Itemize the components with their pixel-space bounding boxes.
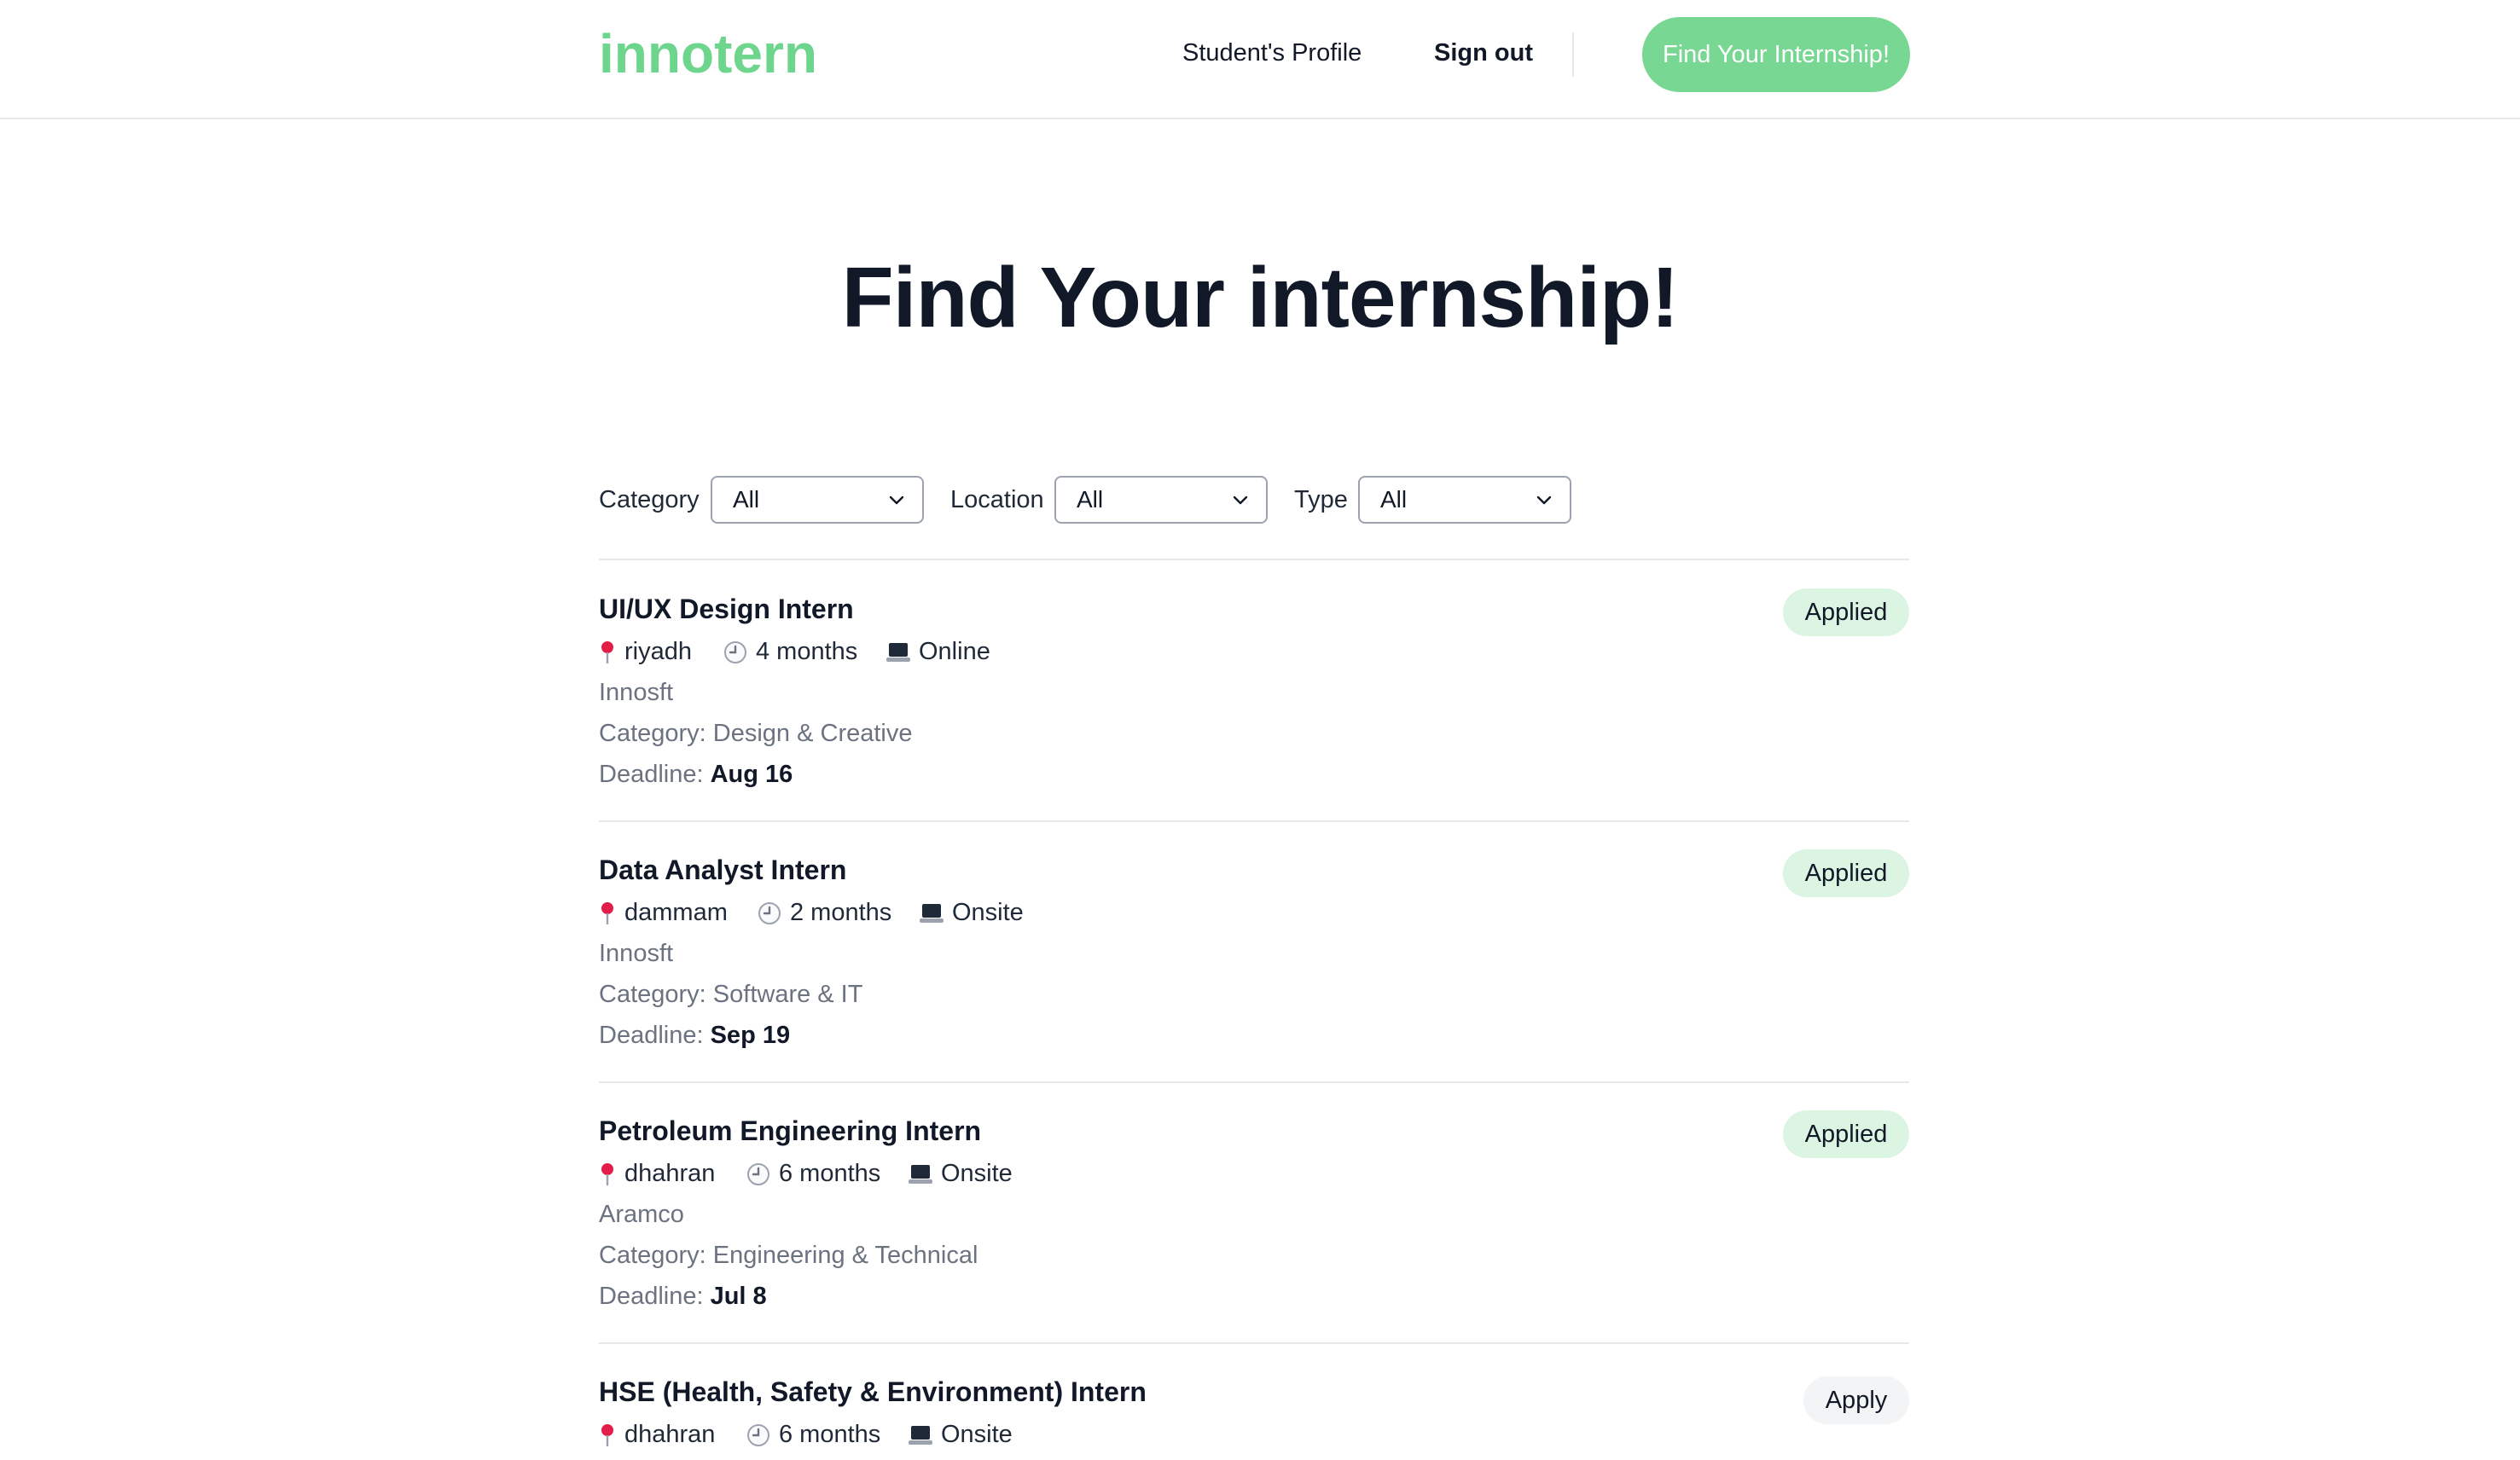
listing-category: Category: Engineering & Technical — [599, 1242, 978, 1269]
chevron-down-icon — [889, 495, 904, 505]
listing-item[interactable]: Data Analyst Intern Applied dammam 2 mon… — [599, 849, 1909, 1115]
listing-duration: 2 months — [758, 899, 891, 927]
listing-location: riyadh — [599, 638, 692, 666]
nav-students-profile[interactable]: Student's Profile — [1182, 39, 1362, 67]
category-select[interactable]: All — [711, 476, 924, 524]
listing-mode-text: Online — [919, 638, 990, 665]
type-select-value: All — [1380, 486, 1408, 513]
page-title: Find Your internship! — [841, 250, 1680, 345]
deadline-value: Sep 19 — [710, 1022, 791, 1049]
divider — [599, 559, 1909, 560]
listing-company: Aramco — [599, 1201, 684, 1228]
listing-item[interactable]: HSE (Health, Safety & Environment) Inter… — [599, 1376, 1909, 1460]
listing-duration-text: 4 months — [756, 638, 858, 665]
listing-location-text: riyadh — [624, 638, 692, 665]
location-select[interactable]: All — [1054, 476, 1268, 524]
clock-icon — [747, 1162, 769, 1185]
listing-duration-text: 2 months — [790, 899, 892, 926]
apply-button[interactable]: Apply — [1803, 1376, 1909, 1424]
clock-icon — [747, 1423, 769, 1446]
listing-duration-text: 6 months — [779, 1421, 881, 1448]
listing-duration: 4 months — [723, 638, 857, 666]
laptop-icon — [909, 1425, 932, 1445]
listing-mode: Onsite — [909, 1160, 1013, 1188]
find-internship-button[interactable]: Find Your Internship! — [1642, 17, 1910, 92]
category-select-value: All — [733, 486, 760, 513]
listing-mode-text: Onsite — [952, 899, 1024, 926]
chevron-down-icon — [1233, 495, 1248, 505]
type-filter-label: Type — [1294, 486, 1348, 513]
pin-icon — [601, 1423, 613, 1446]
nav-divider — [1572, 32, 1574, 77]
deadline-value: Aug 16 — [710, 761, 793, 788]
top-navbar: innotern Student's Profile Sign out Find… — [0, 0, 2520, 119]
nav-sign-out[interactable]: Sign out — [1434, 39, 1533, 67]
listing-item[interactable]: UI/UX Design Intern Applied riyadh 4 mon… — [599, 588, 1909, 855]
deadline-label: Deadline: — [599, 1283, 704, 1310]
deadline-value: Jul 8 — [710, 1283, 767, 1310]
deadline-label: Deadline: — [599, 761, 704, 788]
listing-title[interactable]: UI/UX Design Intern — [599, 594, 854, 625]
listing-item[interactable]: Petroleum Engineering Intern Applied dha… — [599, 1110, 1909, 1376]
deadline-label: Deadline: — [599, 1022, 704, 1049]
listing-location: dammam — [599, 899, 728, 927]
listing-category: Category: Software & IT — [599, 981, 863, 1008]
listing-mode: Onsite — [920, 899, 1024, 927]
divider — [599, 1081, 1909, 1083]
laptop-icon — [909, 1164, 932, 1184]
listing-title[interactable]: Petroleum Engineering Intern — [599, 1115, 981, 1147]
filter-bar: Category All Location All Type All — [599, 476, 1909, 524]
clock-icon — [758, 901, 781, 924]
listing-mode: Onsite — [909, 1421, 1013, 1449]
status-badge: Applied — [1783, 849, 1909, 897]
divider — [599, 1342, 1909, 1344]
logo[interactable]: innotern — [599, 22, 817, 85]
laptop-icon — [886, 642, 910, 662]
listing-location-text: dammam — [624, 899, 728, 926]
listing-duration: 6 months — [746, 1160, 880, 1188]
listing-company: Innosft — [599, 940, 674, 967]
chevron-down-icon — [1536, 495, 1552, 505]
status-badge: Applied — [1783, 588, 1909, 636]
location-select-value: All — [1077, 486, 1104, 513]
listing-title[interactable]: HSE (Health, Safety & Environment) Inter… — [599, 1376, 1147, 1408]
status-badge: Applied — [1783, 1110, 1909, 1158]
clock-icon — [724, 640, 746, 663]
listing-duration: 6 months — [746, 1421, 880, 1449]
pin-icon — [601, 901, 613, 924]
pin-icon — [601, 640, 613, 663]
listing-mode-text: Onsite — [941, 1421, 1013, 1448]
listing-mode-text: Onsite — [941, 1160, 1013, 1187]
listing-deadline: Deadline: Sep 19 — [599, 1022, 790, 1050]
listing-company: Innosft — [599, 679, 674, 706]
divider — [599, 820, 1909, 822]
listing-duration-text: 6 months — [779, 1160, 881, 1187]
listing-location: dhahran — [599, 1160, 715, 1188]
location-filter-label: Location — [950, 486, 1044, 513]
listing-deadline: Deadline: Jul 8 — [599, 1283, 767, 1311]
laptop-icon — [920, 903, 944, 923]
category-filter-label: Category — [599, 486, 700, 513]
pin-icon — [601, 1162, 613, 1185]
listing-title[interactable]: Data Analyst Intern — [599, 855, 846, 886]
type-select[interactable]: All — [1358, 476, 1571, 524]
listing-category: Category: Design & Creative — [599, 720, 913, 747]
listing-location: dhahran — [599, 1421, 715, 1449]
listing-location-text: dhahran — [624, 1421, 716, 1448]
listing-deadline: Deadline: Aug 16 — [599, 761, 793, 789]
listing-location-text: dhahran — [624, 1160, 716, 1187]
page: innotern Student's Profile Sign out Find… — [0, 0, 2520, 1460]
listing-mode: Online — [886, 638, 990, 666]
